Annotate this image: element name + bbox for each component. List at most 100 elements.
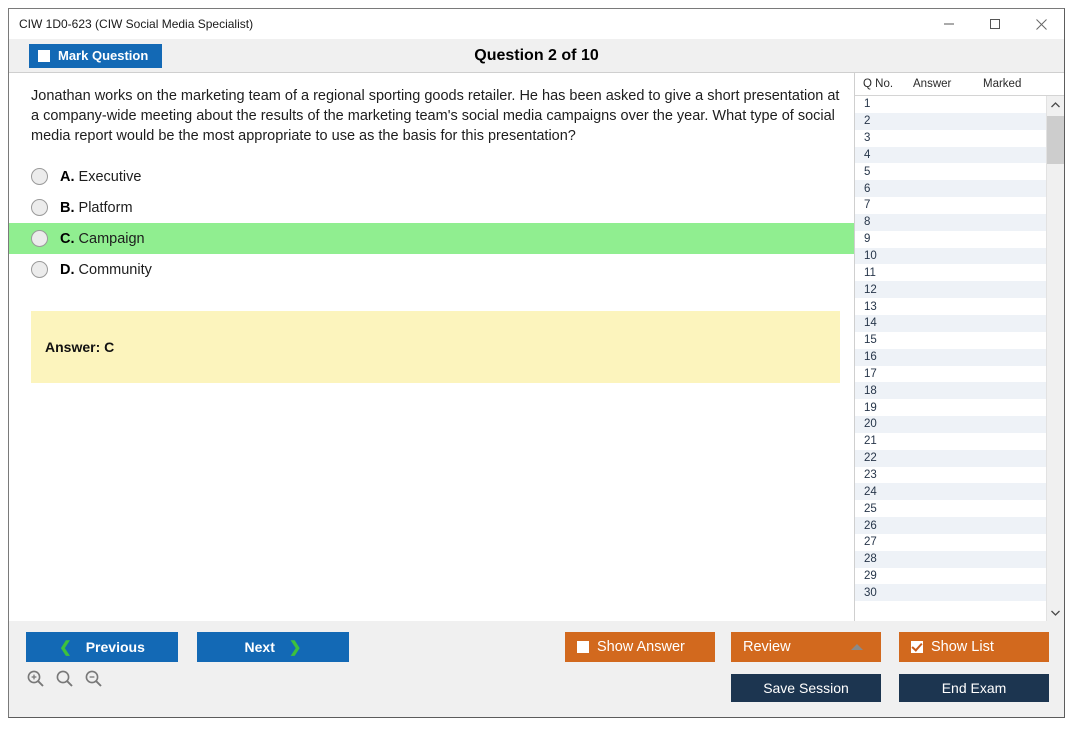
scrollbar-thumb[interactable] [1047, 116, 1064, 164]
question-list-row[interactable]: 1 [855, 96, 1046, 113]
minimize-icon[interactable] [926, 9, 972, 39]
cell-qno: 8 [864, 216, 871, 229]
question-list-row[interactable]: 12 [855, 281, 1046, 299]
chevron-right-icon: ❯ [288, 639, 302, 656]
option-row-b[interactable]: B. Platform [9, 192, 854, 223]
save-session-button[interactable]: Save Session [731, 674, 881, 702]
question-list-header: Q No. Answer Marked [855, 73, 1064, 96]
scrollbar-track[interactable] [1047, 113, 1064, 604]
question-list-row[interactable]: 24 [855, 483, 1046, 501]
question-list-row[interactable]: 17 [855, 366, 1046, 383]
question-list-row[interactable]: 14 [855, 314, 1046, 332]
cell-qno: 13 [864, 300, 877, 313]
zoom-out-icon[interactable] [84, 669, 103, 693]
chevron-left-icon: ❮ [59, 639, 72, 656]
cell-qno: 29 [864, 570, 877, 583]
question-list-row[interactable]: 5 [855, 163, 1046, 180]
cell-qno: 30 [864, 586, 877, 599]
titlebar: CIW 1D0-623 (CIW Social Media Specialist… [9, 9, 1064, 39]
scroll-up-icon[interactable] [1047, 96, 1064, 113]
chevron-up-icon [851, 644, 863, 650]
cell-qno: 6 [864, 182, 871, 195]
cell-qno: 14 [864, 317, 877, 330]
question-list-row[interactable]: 20 [855, 416, 1046, 433]
close-icon[interactable] [1018, 9, 1064, 39]
cell-qno: 25 [864, 502, 877, 515]
question-list-row[interactable]: 13 [855, 298, 1046, 315]
option-text: Campaign [78, 230, 145, 247]
question-list-row[interactable]: 19 [855, 399, 1046, 416]
cell-qno: 20 [864, 418, 877, 431]
review-dropdown[interactable]: Review [731, 632, 881, 662]
cell-qno: 12 [864, 283, 877, 296]
maximize-icon[interactable] [972, 9, 1018, 39]
question-list-row[interactable]: 21 [855, 433, 1046, 450]
cell-qno: 18 [864, 384, 877, 397]
option-radio-b[interactable] [31, 199, 48, 216]
question-list-row[interactable]: 18 [855, 382, 1046, 400]
question-list-row[interactable]: 15 [855, 332, 1046, 349]
options-list: A. Executive B. Platform C. Campaign D. Com… [9, 161, 854, 285]
question-text: Jonathan works on the marketing team of … [31, 88, 840, 144]
scroll-down-icon[interactable] [1047, 604, 1064, 621]
question-list-row[interactable]: 30 [855, 584, 1046, 602]
option-radio-a[interactable] [31, 168, 48, 185]
cell-qno: 5 [864, 165, 871, 178]
question-list-row[interactable]: 6 [855, 180, 1046, 198]
column-header-qno: Q No. [863, 78, 894, 90]
cell-qno: 2 [864, 115, 871, 128]
cell-qno: 3 [864, 132, 871, 145]
question-list-row[interactable]: 29 [855, 568, 1046, 585]
question-list-row[interactable]: 8 [855, 213, 1046, 231]
option-label: B. Platform [60, 200, 133, 216]
body-area: Jonathan works on the marketing team of … [9, 72, 1064, 621]
cell-qno: 17 [864, 367, 877, 380]
show-list-button[interactable]: Show List [899, 632, 1049, 662]
cell-qno: 24 [864, 485, 877, 498]
question-list-row[interactable]: 3 [855, 130, 1046, 147]
cell-qno: 7 [864, 199, 871, 212]
cell-qno: 19 [864, 401, 877, 414]
option-row-d[interactable]: D. Community [9, 254, 854, 285]
end-exam-button[interactable]: End Exam [899, 674, 1049, 702]
show-list-checkbox[interactable] [911, 641, 923, 653]
question-list-row[interactable]: 23 [855, 467, 1046, 484]
show-answer-button[interactable]: Show Answer [565, 632, 715, 662]
option-row-c[interactable]: C. Campaign [9, 223, 854, 254]
question-list-row[interactable]: 11 [855, 264, 1046, 281]
question-list-row[interactable]: 22 [855, 449, 1046, 467]
zoom-reset-icon[interactable] [55, 669, 74, 693]
option-text: Community [78, 261, 152, 278]
question-list-row[interactable]: 7 [855, 197, 1046, 214]
cell-qno: 11 [864, 266, 876, 279]
show-answer-checkbox[interactable] [577, 641, 589, 653]
question-list-row[interactable]: 4 [855, 146, 1046, 164]
option-row-a[interactable]: A. Executive [9, 161, 854, 192]
question-list-scrollbar[interactable] [1046, 96, 1064, 621]
show-answer-label: Show Answer [597, 639, 685, 655]
cell-qno: 15 [864, 334, 877, 347]
zoom-in-icon[interactable] [26, 669, 45, 693]
option-radio-c[interactable] [31, 230, 48, 247]
cell-qno: 23 [864, 468, 877, 481]
option-radio-d[interactable] [31, 261, 48, 278]
option-letter: B. [60, 199, 75, 216]
question-list-row[interactable]: 27 [855, 534, 1046, 551]
question-list-row[interactable]: 10 [855, 247, 1046, 265]
question-list-row[interactable]: 26 [855, 517, 1046, 534]
next-button[interactable]: Next ❯ [197, 632, 349, 662]
cell-qno: 28 [864, 553, 877, 566]
header-strip: Mark Question Question 2 of 10 [9, 39, 1064, 72]
mark-question-checkbox[interactable] [38, 49, 50, 62]
mark-question-button[interactable]: Mark Question [29, 43, 163, 68]
question-list-row[interactable]: 9 [855, 231, 1046, 248]
previous-button[interactable]: ❮ Previous [26, 632, 178, 662]
question-list-row[interactable]: 25 [855, 500, 1046, 517]
question-pane: Jonathan works on the marketing team of … [9, 73, 854, 621]
show-list-label: Show List [931, 639, 994, 655]
option-letter: A. [60, 168, 75, 185]
question-list-row[interactable]: 16 [855, 348, 1046, 366]
cell-qno: 4 [864, 148, 871, 161]
question-list-row[interactable]: 28 [855, 550, 1046, 568]
question-list-row[interactable]: 2 [855, 112, 1046, 130]
